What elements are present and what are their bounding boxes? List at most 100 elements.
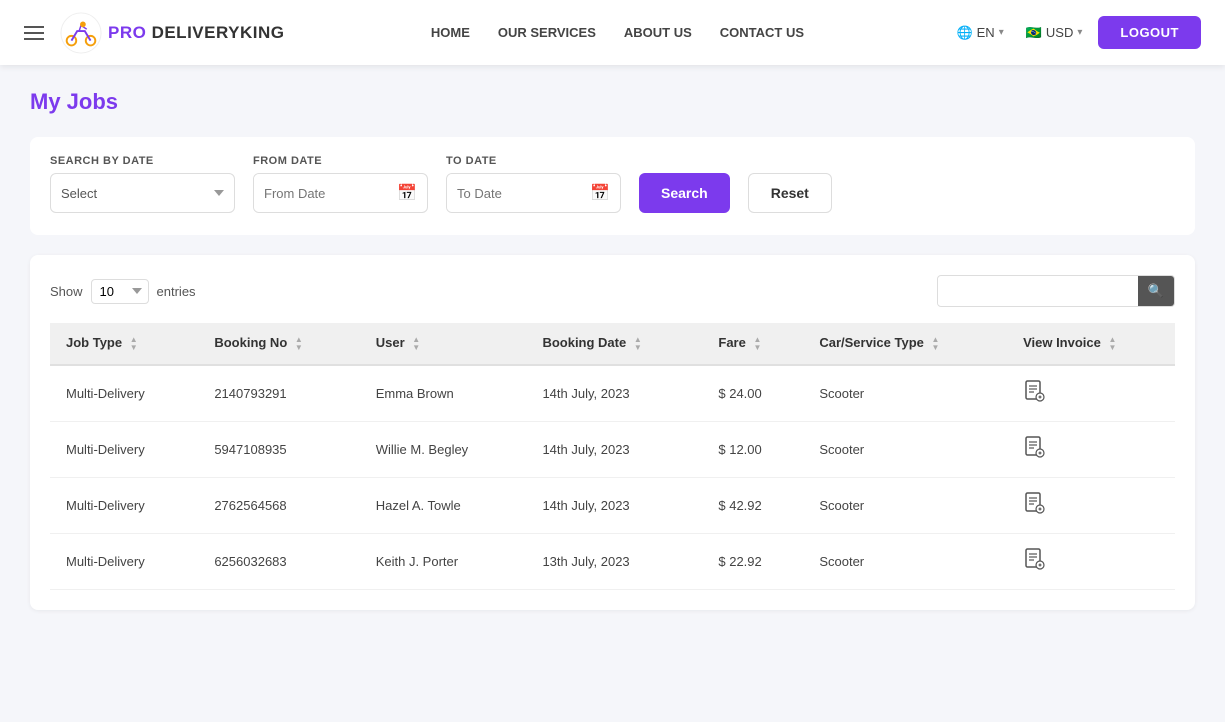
col-fare-label: Fare (718, 335, 745, 350)
to-date-group: TO DATE 📅 (446, 155, 621, 213)
from-date-label: FROM DATE (253, 155, 428, 167)
currency-label: USD (1046, 25, 1073, 40)
from-date-wrap: 📅 (253, 173, 428, 213)
cell-booking-date: 14th July, 2023 (526, 477, 702, 533)
sort-user-icon: ▲▼ (412, 336, 420, 352)
search-by-date-select[interactable]: Select Today Yesterday Last 7 Days Last … (50, 173, 235, 213)
col-car-service-type[interactable]: Car/Service Type ▲▼ (803, 323, 1007, 365)
cell-user: Willie M. Begley (360, 421, 527, 477)
lang-chevron-icon: ▾ (999, 27, 1004, 38)
sort-job-type-icon: ▲▼ (130, 336, 138, 352)
header-right: 🌐 EN ▾ 🇧🇷 USD ▾ LOGOUT (950, 16, 1201, 49)
view-invoice-button[interactable] (1023, 386, 1045, 406)
filter-row: SEARCH BY DATE Select Today Yesterday La… (50, 155, 1175, 213)
to-date-label: TO DATE (446, 155, 621, 167)
col-booking-date-label: Booking Date (542, 335, 626, 350)
language-selector[interactable]: 🌐 EN ▾ (950, 21, 1009, 45)
col-booking-no-label: Booking No (214, 335, 287, 350)
cell-job-type: Multi-Delivery (50, 477, 198, 533)
sort-booking-date-icon: ▲▼ (634, 336, 642, 352)
table-body: Multi-Delivery 2140793291 Emma Brown 14t… (50, 365, 1175, 590)
cell-booking-date: 13th July, 2023 (526, 533, 702, 589)
lang-label: EN (977, 25, 995, 40)
cell-booking-no: 2140793291 (198, 365, 359, 422)
header: PRO DELIVERYKING HOME OUR SERVICES ABOUT… (0, 0, 1225, 65)
currency-chevron-icon: ▾ (1077, 27, 1082, 38)
table-row: Multi-Delivery 6256032683 Keith J. Porte… (50, 533, 1175, 589)
sort-car-service-type-icon: ▲▼ (932, 336, 940, 352)
table-row: Multi-Delivery 2762564568 Hazel A. Towle… (50, 477, 1175, 533)
from-date-input[interactable] (254, 174, 387, 212)
col-view-invoice-label: View Invoice (1023, 335, 1101, 350)
col-job-type[interactable]: Job Type ▲▼ (50, 323, 198, 365)
logout-button[interactable]: LOGOUT (1098, 16, 1201, 49)
table-search-icon: 🔍 (1148, 283, 1164, 298)
lang-flag: 🌐 (956, 25, 972, 41)
cell-car-service-type: Scooter (803, 477, 1007, 533)
sort-fare-icon: ▲▼ (753, 336, 761, 352)
to-date-calendar-icon[interactable]: 📅 (580, 183, 620, 203)
cell-user: Keith J. Porter (360, 533, 527, 589)
view-invoice-button[interactable] (1023, 442, 1045, 462)
cell-car-service-type: Scooter (803, 533, 1007, 589)
col-booking-date[interactable]: Booking Date ▲▼ (526, 323, 702, 365)
table-controls: Show 10 25 50 100 entries 🔍 (50, 275, 1175, 307)
col-user[interactable]: User ▲▼ (360, 323, 527, 365)
filter-section: SEARCH BY DATE Select Today Yesterday La… (30, 137, 1195, 235)
cell-view-invoice (1007, 421, 1175, 477)
table-header: Job Type ▲▼ Booking No ▲▼ User ▲▼ Bookin… (50, 323, 1175, 365)
table-header-row: Job Type ▲▼ Booking No ▲▼ User ▲▼ Bookin… (50, 323, 1175, 365)
cell-view-invoice (1007, 533, 1175, 589)
currency-flag: 🇧🇷 (1026, 25, 1042, 41)
cell-job-type: Multi-Delivery (50, 533, 198, 589)
reset-button[interactable]: Reset (748, 173, 832, 213)
col-view-invoice[interactable]: View Invoice ▲▼ (1007, 323, 1175, 365)
entries-label: entries (157, 284, 196, 299)
col-fare[interactable]: Fare ▲▼ (702, 323, 803, 365)
table-search-input[interactable] (938, 278, 1138, 305)
search-by-date-group: SEARCH BY DATE Select Today Yesterday La… (50, 155, 235, 213)
cell-car-service-type: Scooter (803, 365, 1007, 422)
view-invoice-button[interactable] (1023, 554, 1045, 574)
entries-per-page-select[interactable]: 10 25 50 100 (91, 279, 149, 304)
logo-icon (60, 12, 102, 54)
cell-job-type: Multi-Delivery (50, 365, 198, 422)
hamburger-menu[interactable] (24, 26, 44, 40)
currency-selector[interactable]: 🇧🇷 USD ▾ (1020, 21, 1089, 45)
cell-job-type: Multi-Delivery (50, 421, 198, 477)
cell-booking-no: 6256032683 (198, 533, 359, 589)
to-date-input[interactable] (447, 174, 580, 212)
nav-contact-us[interactable]: CONTACT US (720, 25, 804, 40)
col-user-label: User (376, 335, 405, 350)
cell-fare: $ 12.00 (702, 421, 803, 477)
logo[interactable]: PRO DELIVERYKING (60, 12, 284, 54)
nav-home[interactable]: HOME (431, 25, 470, 40)
search-button[interactable]: Search (639, 173, 730, 213)
table-row: Multi-Delivery 5947108935 Willie M. Begl… (50, 421, 1175, 477)
cell-user: Emma Brown (360, 365, 527, 422)
page-title: My Jobs (30, 89, 1195, 115)
cell-booking-date: 14th July, 2023 (526, 365, 702, 422)
page-content: My Jobs SEARCH BY DATE Select Today Yest… (0, 65, 1225, 634)
cell-user: Hazel A. Towle (360, 477, 527, 533)
view-invoice-button[interactable] (1023, 498, 1045, 518)
from-date-group: FROM DATE 📅 (253, 155, 428, 213)
table-search-button[interactable]: 🔍 (1138, 276, 1174, 306)
cell-view-invoice (1007, 365, 1175, 422)
main-nav: HOME OUR SERVICES ABOUT US CONTACT US (431, 25, 804, 40)
cell-fare: $ 22.92 (702, 533, 803, 589)
table-search-wrap: 🔍 (937, 275, 1175, 307)
cell-fare: $ 24.00 (702, 365, 803, 422)
to-date-wrap: 📅 (446, 173, 621, 213)
nav-about-us[interactable]: ABOUT US (624, 25, 692, 40)
sort-booking-no-icon: ▲▼ (295, 336, 303, 352)
sort-view-invoice-icon: ▲▼ (1108, 336, 1116, 352)
show-label: Show (50, 284, 83, 299)
nav-our-services[interactable]: OUR SERVICES (498, 25, 596, 40)
cell-booking-no: 2762564568 (198, 477, 359, 533)
cell-booking-date: 14th July, 2023 (526, 421, 702, 477)
from-date-calendar-icon[interactable]: 📅 (387, 183, 427, 203)
cell-fare: $ 42.92 (702, 477, 803, 533)
col-booking-no[interactable]: Booking No ▲▼ (198, 323, 359, 365)
header-left: PRO DELIVERYKING (24, 12, 284, 54)
